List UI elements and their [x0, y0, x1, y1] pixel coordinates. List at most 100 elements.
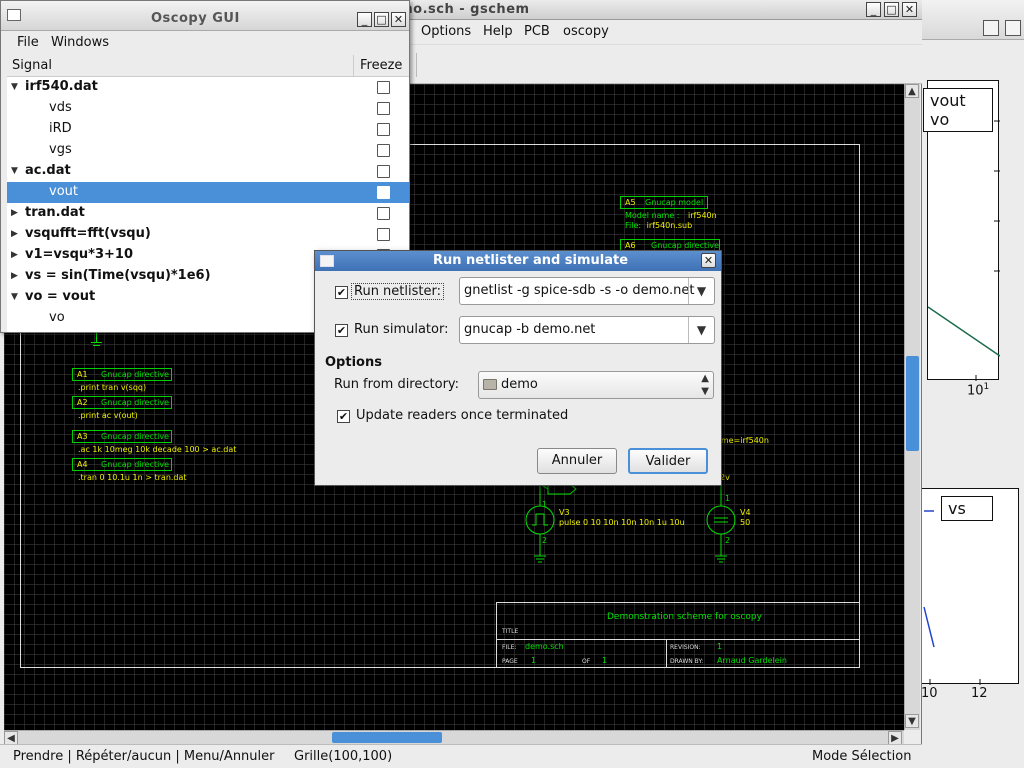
freeze-checkbox[interactable] — [377, 81, 390, 94]
column-header-signal[interactable]: Signal — [12, 58, 52, 73]
plot-close-button[interactable] — [1005, 20, 1021, 36]
signal-row[interactable]: vgs — [7, 140, 409, 161]
freeze-checkbox[interactable] — [377, 186, 390, 199]
freeze-checkbox[interactable] — [377, 123, 390, 136]
drawn-by-value: Arnaud Gardelein — [717, 656, 787, 665]
signal-row[interactable]: ▶ tran.dat — [7, 203, 409, 224]
annuler-button[interactable]: Annuler — [537, 448, 617, 474]
menu-file[interactable]: File — [17, 35, 39, 50]
oscopy-maximize-button[interactable]: □ — [374, 12, 389, 27]
model-file: File: irf540n.sub — [625, 221, 693, 230]
directory-chooser[interactable]: demo ▲ ▼ — [478, 371, 714, 399]
ground-symbol — [96, 332, 97, 342]
scroll-down-icon[interactable]: ▼ — [905, 714, 919, 728]
plot-top-legend: vout vo — [923, 88, 993, 132]
collapsed-arrow-icon[interactable]: ▶ — [11, 208, 21, 218]
horizontal-scroll-thumb[interactable] — [332, 732, 442, 743]
valider-button[interactable]: Valider — [628, 448, 708, 474]
vertical-scroll-thumb[interactable] — [906, 356, 919, 451]
signal-row[interactable]: vout — [7, 182, 409, 203]
expanded-arrow-icon[interactable]: ▼ — [11, 82, 21, 92]
menu-pcb[interactable]: PCB — [524, 24, 550, 39]
directive-a4[interactable]: A4 Gnucap directive — [72, 458, 172, 471]
collapsed-arrow-icon[interactable]: ▶ — [11, 271, 21, 281]
directive-a1[interactable]: A1 Gnucap directive — [72, 368, 172, 381]
options-heading: Options — [325, 355, 382, 370]
signal-name: vgs — [49, 142, 72, 157]
netlister-command-text: gnetlist -g spice-sdb -s -o demo.net — [464, 283, 695, 298]
update-readers-checkbox[interactable]: ✔ — [337, 410, 350, 423]
freeze-checkbox[interactable] — [377, 228, 390, 241]
x-tick-10: 10 — [921, 686, 938, 701]
chevron-down-icon[interactable]: ▼ — [688, 278, 714, 304]
freeze-checkbox[interactable] — [377, 165, 390, 178]
run-from-directory-label: Run from directory: — [334, 377, 460, 392]
gschem-minimize-button[interactable]: _ — [866, 2, 881, 17]
signal-row[interactable]: vds — [7, 98, 409, 119]
scroll-up-icon[interactable]: ▲ — [905, 84, 919, 98]
signal-name: vout — [49, 184, 78, 199]
expanded-arrow-icon[interactable]: ▼ — [11, 166, 21, 176]
menu-oscopy[interactable]: oscopy — [563, 24, 609, 39]
dialog-close-button[interactable]: ✕ — [701, 253, 716, 268]
directive-a4-text: .tran 0 10.1u 1n > tran.dat — [78, 473, 187, 482]
horizontal-scrollbar[interactable]: ◀ ▶ — [4, 730, 904, 745]
updown-icon: ▲ ▼ — [701, 373, 709, 397]
signal-row[interactable]: ▼ ac.dat — [7, 161, 409, 182]
legend-entry-vo: vo — [930, 110, 950, 129]
signal-row[interactable]: ▼ irf540.dat — [7, 77, 409, 98]
scroll-right-icon[interactable]: ▶ — [888, 731, 902, 745]
freeze-checkbox[interactable] — [377, 207, 390, 220]
menu-windows[interactable]: Windows — [51, 35, 109, 50]
plot-series-line — [928, 306, 1000, 357]
toolbar-separator — [416, 53, 417, 77]
window-menu-icon[interactable] — [7, 9, 21, 21]
signal-name: ac.dat — [25, 163, 71, 178]
signal-row[interactable]: ▶ vsqufft=fft(vsqu) — [7, 224, 409, 245]
model-a5[interactable]: A5 Gnucap model — [620, 196, 708, 209]
collapsed-arrow-icon[interactable]: ▶ — [11, 250, 21, 260]
dialog-menu-icon[interactable] — [320, 255, 334, 267]
vertical-scrollbar[interactable]: ▲ ▼ — [904, 84, 920, 730]
status-bar: Prendre | Répéter/aucun | Menu/Annuler G… — [0, 744, 922, 768]
directive-a1-text: .print tran v(sqq) — [78, 383, 147, 392]
collapsed-arrow-icon[interactable]: ▶ — [11, 229, 21, 239]
scroll-left-icon[interactable]: ◀ — [4, 731, 18, 745]
directive-a2-text: .print ac v(out) — [78, 411, 138, 420]
v3-value: pulse 0 10 10n 10n 10n 1u 10u — [559, 518, 685, 527]
simulator-command-combo[interactable]: gnucap -b demo.net ▼ — [459, 316, 715, 344]
oscopy-close-button[interactable]: ✕ — [391, 12, 406, 27]
run-netlister-checkbox[interactable]: ✔ — [335, 286, 348, 299]
run-netlister-label[interactable]: Run netlister: — [351, 283, 444, 300]
status-grid: Grille(100,100) — [294, 749, 393, 764]
plot-maximize-button[interactable] — [983, 20, 999, 36]
v4-value: 50 — [740, 518, 751, 527]
column-header-freeze[interactable]: Freeze — [360, 58, 402, 73]
menu-options[interactable]: Options — [421, 24, 471, 39]
file-value: demo.sch — [525, 642, 564, 651]
signal-list-header: Signal Freeze — [7, 55, 409, 77]
dialog-title: Run netlister and simulate — [433, 253, 629, 268]
oscopy-minimize-button[interactable]: _ — [357, 12, 372, 27]
directive-a3[interactable]: A3 Gnucap directive — [72, 430, 172, 443]
folder-icon — [483, 379, 497, 390]
v3-ref: V3 — [559, 508, 570, 517]
signal-name: vo = vout — [25, 289, 96, 304]
freeze-checkbox[interactable] — [377, 144, 390, 157]
directive-a2[interactable]: A2 Gnucap directive — [72, 396, 172, 409]
chevron-down-icon[interactable]: ▼ — [688, 317, 714, 343]
gschem-maximize-button[interactable]: □ — [884, 2, 899, 17]
oscopy-titlebar: Oscopy GUI _ □ ✕ — [1, 1, 409, 31]
gschem-close-button[interactable]: ✕ — [902, 2, 917, 17]
run-simulator-checkbox[interactable]: ✔ — [335, 324, 348, 337]
page-label: PAGE — [502, 658, 518, 665]
run-simulator-label: Run simulator: — [354, 322, 449, 337]
expanded-arrow-icon[interactable]: ▼ — [11, 292, 21, 302]
signal-row[interactable]: iRD — [7, 119, 409, 140]
dialog-titlebar: Run netlister and simulate ✕ — [315, 251, 721, 271]
freeze-checkbox[interactable] — [377, 102, 390, 115]
signal-name: irf540.dat — [25, 79, 98, 94]
v4-source-symbol[interactable] — [704, 480, 744, 570]
netlister-command-combo[interactable]: gnetlist -g spice-sdb -s -o demo.net ▼ — [459, 277, 715, 305]
menu-help[interactable]: Help — [483, 24, 513, 39]
